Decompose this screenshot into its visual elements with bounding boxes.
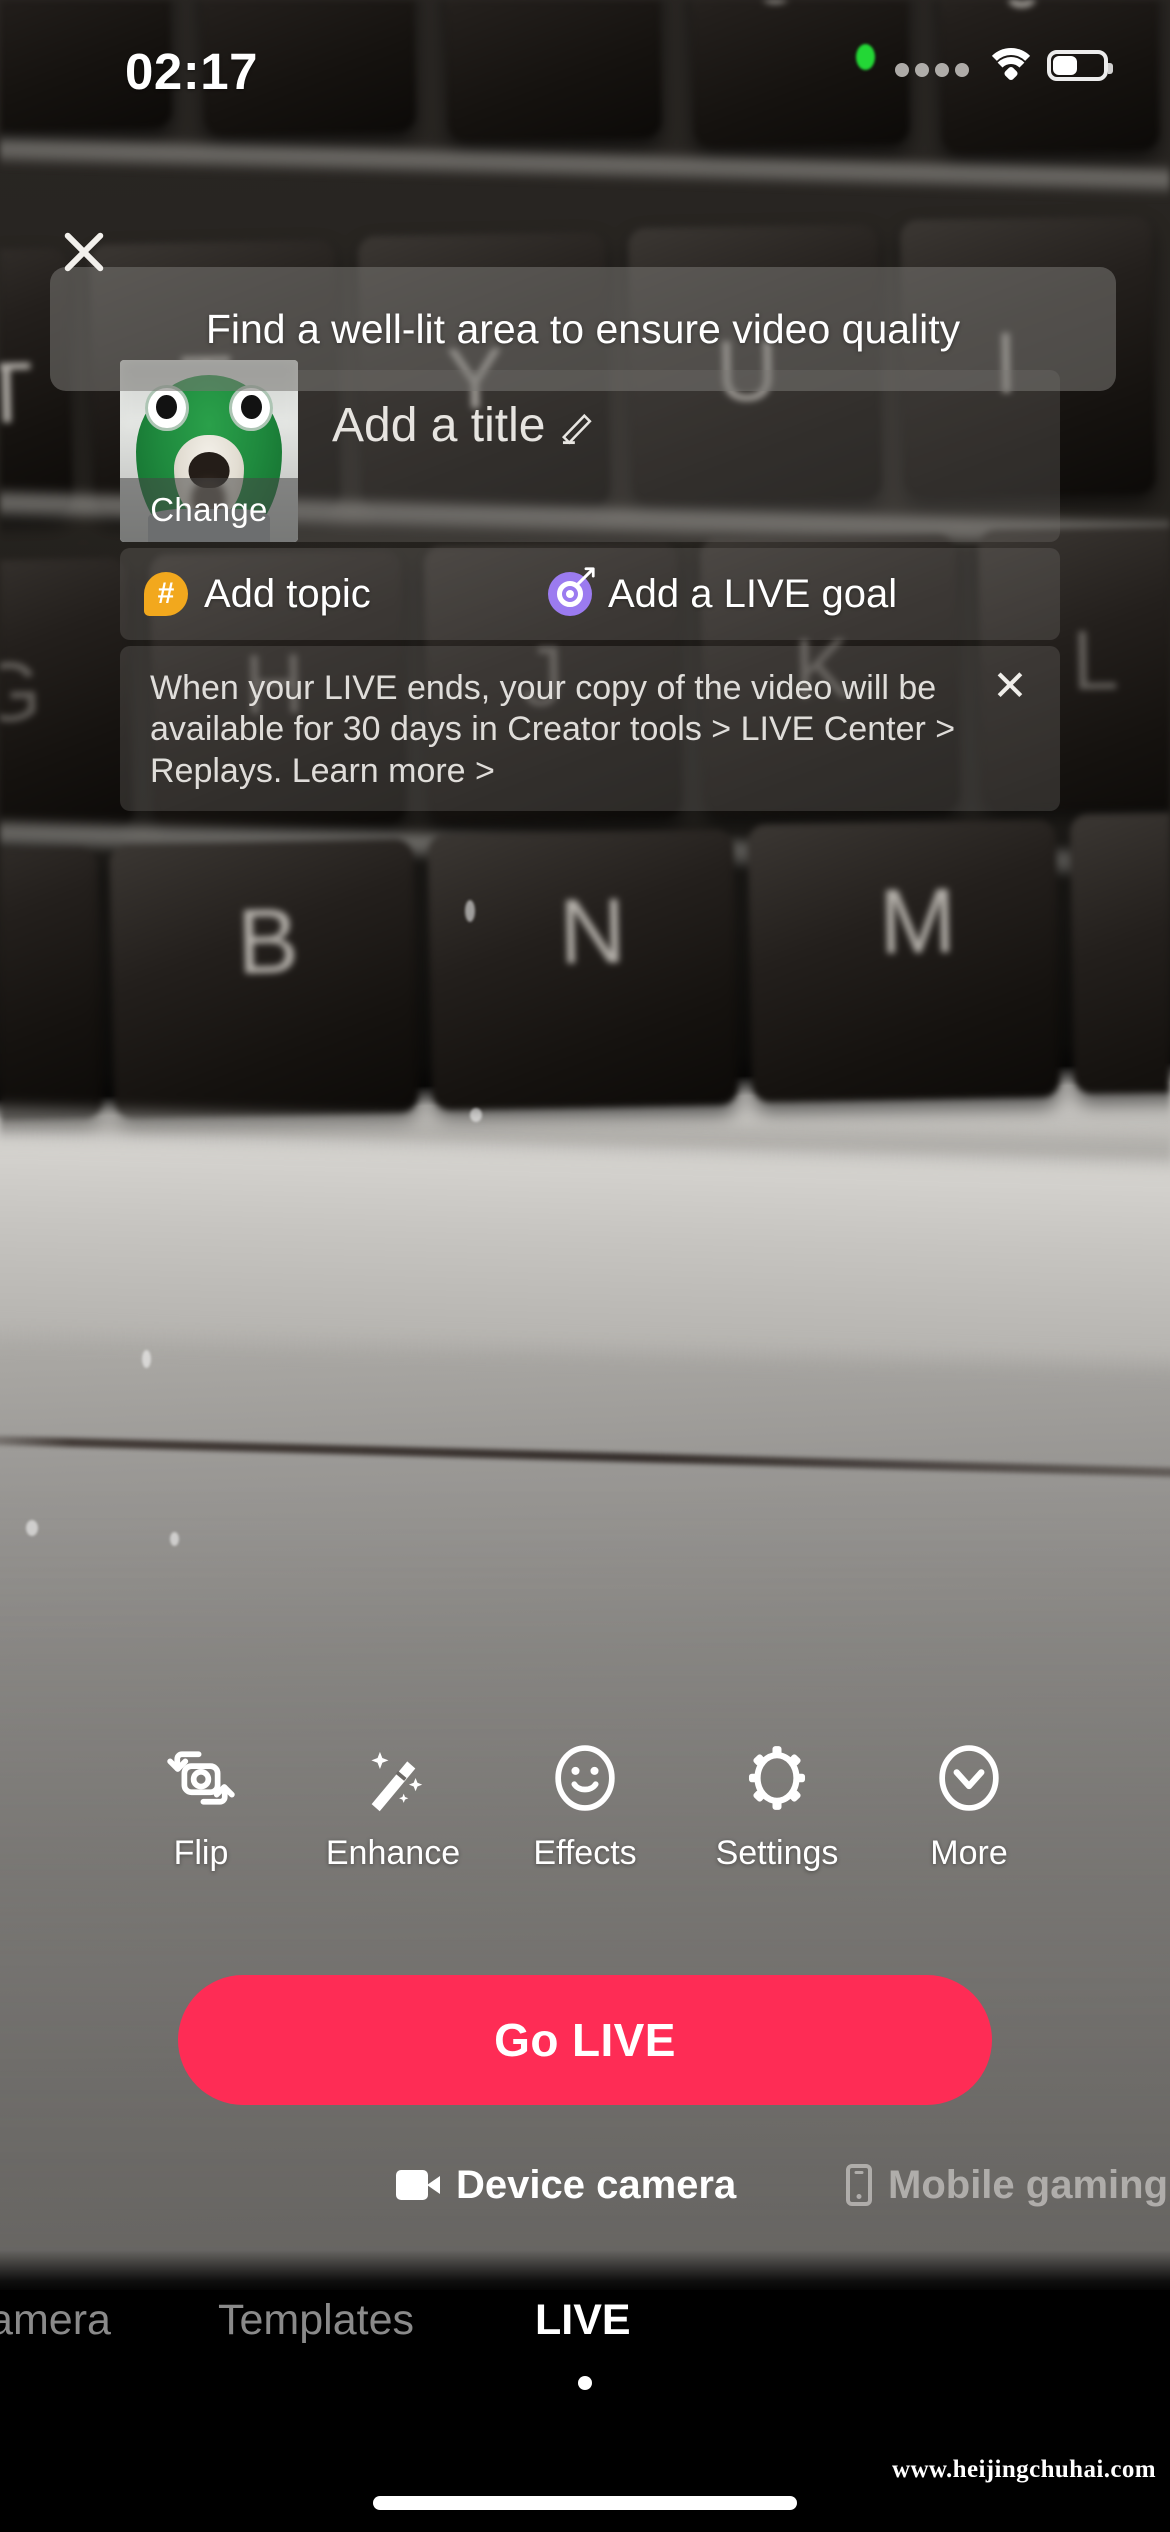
camera-toolbar: Flip Enhance Effects Settings More [0,1740,1170,1873]
toolbar-label-enhance: Enhance [325,1834,461,1872]
watermark: www.heijingchuhai.com [892,2456,1156,2483]
magic-wand-icon [371,1751,423,1812]
dart-arrow-icon [576,567,595,586]
go-live-button[interactable]: Go LIVE [178,1975,992,2105]
add-topic-button[interactable]: # Add topic [144,548,371,640]
phone-screen: 5 6 7 8 9 T T Y U I G H J K L [0,0,1170,2532]
dust-speck [26,1520,38,1536]
video-camera-icon [396,2170,440,2200]
tab-camera[interactable]: Camera [0,2296,111,2345]
target-dart-icon [548,567,595,616]
toolbar-label-effects: Effects [533,1834,637,1872]
close-x-icon[interactable] [54,222,114,282]
toolbar-item-enhance[interactable]: Enhance [297,1740,489,1873]
smiley-face-icon [555,1745,615,1811]
chevron-down-circle-icon [939,1745,999,1811]
status-bar-clock: 02:17 [125,43,258,100]
add-title-label: Add a title [332,399,546,452]
add-topic-label: Add topic [204,571,371,616]
mobile-phone-icon [846,2164,872,2206]
title-row[interactable]: Change Add a title [120,360,1060,542]
lighting-tip-text: Find a well-lit area to ensure video qua… [205,305,961,352]
live-mode-selector: Device camera Mobile gaming [0,2145,1170,2225]
dust-speck [470,1108,482,1122]
signal-dots-icon [895,63,969,77]
gear-icon [748,1746,806,1810]
bottom-gradient-fade [0,2250,1170,2294]
hashtag-bubble-icon: # [144,572,188,616]
notice-close-x-icon[interactable]: ✕ [988,664,1032,708]
mode-device-camera-label: Device camera [456,2162,737,2207]
flip-camera-icon [167,1751,235,1805]
add-live-goal-label: Add a LIVE goal [608,571,898,616]
home-indicator[interactable] [373,2496,797,2510]
dust-speck [142,1350,151,1368]
dust-speck [170,1532,179,1546]
wifi-icon [984,48,1038,82]
active-tab-indicator-dot [578,2376,592,2390]
toolbar-label-more: More [930,1834,1008,1872]
toolbar-item-effects[interactable]: Effects [489,1740,681,1873]
mode-mobile-gaming[interactable]: Mobile gaming [846,2163,1168,2208]
tab-templates[interactable]: Templates [218,2296,414,2345]
toolbar-item-flip[interactable]: Flip [105,1740,297,1873]
replay-notice-text[interactable]: When your LIVE ends, your copy of the vi… [150,668,960,792]
toolbar-label-flip: Flip [173,1834,229,1872]
toolbar-item-more[interactable]: More [873,1740,1065,1873]
add-live-goal-button[interactable]: Add a LIVE goal [548,548,897,640]
tab-live[interactable]: LIVE [535,2296,631,2345]
pencil-edit-icon [562,413,593,444]
dust-speck [465,900,475,922]
go-live-label: Go LIVE [494,2014,676,2066]
mode-device-camera[interactable]: Device camera [396,2163,736,2208]
mode-mobile-gaming-label: Mobile gaming [888,2162,1168,2207]
meta-row: # Add topic Add a LIVE goal [120,548,1060,640]
add-title-button[interactable]: Add a title [332,398,597,453]
battery-icon [1047,49,1113,81]
toolbar-label-settings: Settings [715,1834,839,1872]
change-thumbnail-label[interactable]: Change [120,478,298,542]
toolbar-item-settings[interactable]: Settings [681,1740,873,1873]
lighting-tip-banner: Find a well-lit area to ensure video qua… [50,267,1116,391]
status-bar: 02:17 [0,0,1170,135]
status-bar-indicators [895,48,1113,82]
green-recording-dot-icon [856,44,875,70]
bottom-tab-bar: Camera Templates LIVE www.heijingchuhai.… [0,2290,1170,2532]
replay-notice-card: When your LIVE ends, your copy of the vi… [120,646,1060,811]
